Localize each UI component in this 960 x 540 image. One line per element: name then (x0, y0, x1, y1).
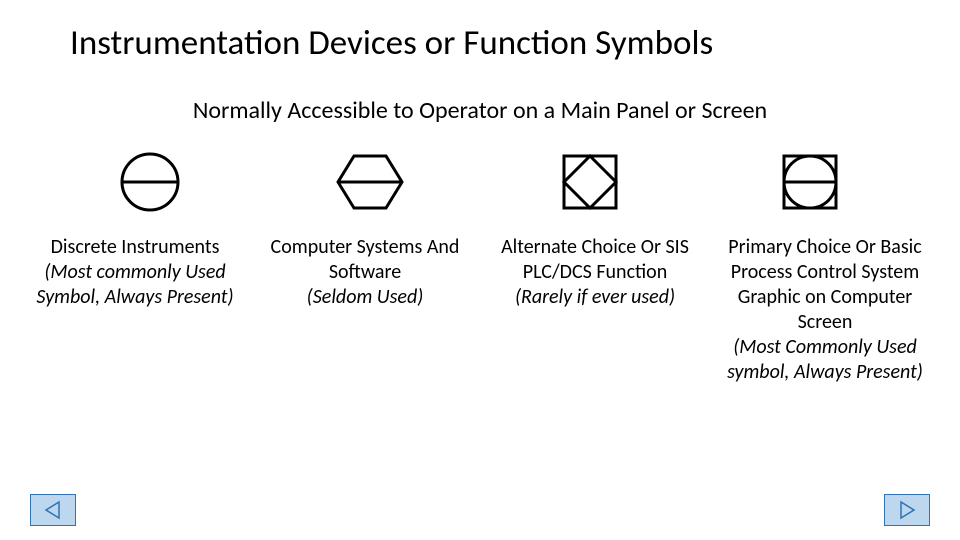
caption: Discrete Instruments (Most commonly Used… (20, 235, 250, 310)
symbol-cell (260, 151, 480, 213)
next-button[interactable] (884, 494, 930, 526)
prev-button[interactable] (30, 494, 76, 526)
triangle-right-icon (897, 500, 917, 520)
caption: Alternate Choice Or SIS PLC/DCS Function… (480, 235, 710, 310)
discrete-instrument-icon (107, 151, 193, 213)
caption-main: Primary Choice Or Basic Process Control … (710, 235, 940, 335)
primary-choice-icon (767, 151, 853, 213)
caption-note: (Rarely if ever used) (480, 285, 710, 310)
symbol-cell (40, 151, 260, 213)
computer-system-icon (327, 151, 413, 213)
page-subtitle: Normally Accessible to Operator on a Mai… (0, 96, 960, 125)
caption-note: (Most Commonly Used symbol, Always Prese… (710, 335, 940, 385)
caption-note: (Seldom Used) (250, 285, 480, 310)
captions-row: Discrete Instruments (Most commonly Used… (0, 235, 960, 385)
symbol-row (0, 151, 960, 213)
page-title: Instrumentation Devices or Function Symb… (0, 0, 960, 64)
triangle-left-icon (43, 500, 63, 520)
caption: Primary Choice Or Basic Process Control … (710, 235, 940, 385)
caption-main: Alternate Choice Or SIS PLC/DCS Function (480, 235, 710, 285)
symbol-cell (480, 151, 700, 213)
caption-main: Discrete Instruments (20, 235, 250, 260)
caption-main: Computer Systems And Software (250, 235, 480, 285)
caption-note: (Most commonly Used Symbol, Always Prese… (20, 260, 250, 310)
symbol-cell (700, 151, 920, 213)
alternate-choice-icon (547, 151, 633, 213)
caption: Computer Systems And Software (Seldom Us… (250, 235, 480, 310)
